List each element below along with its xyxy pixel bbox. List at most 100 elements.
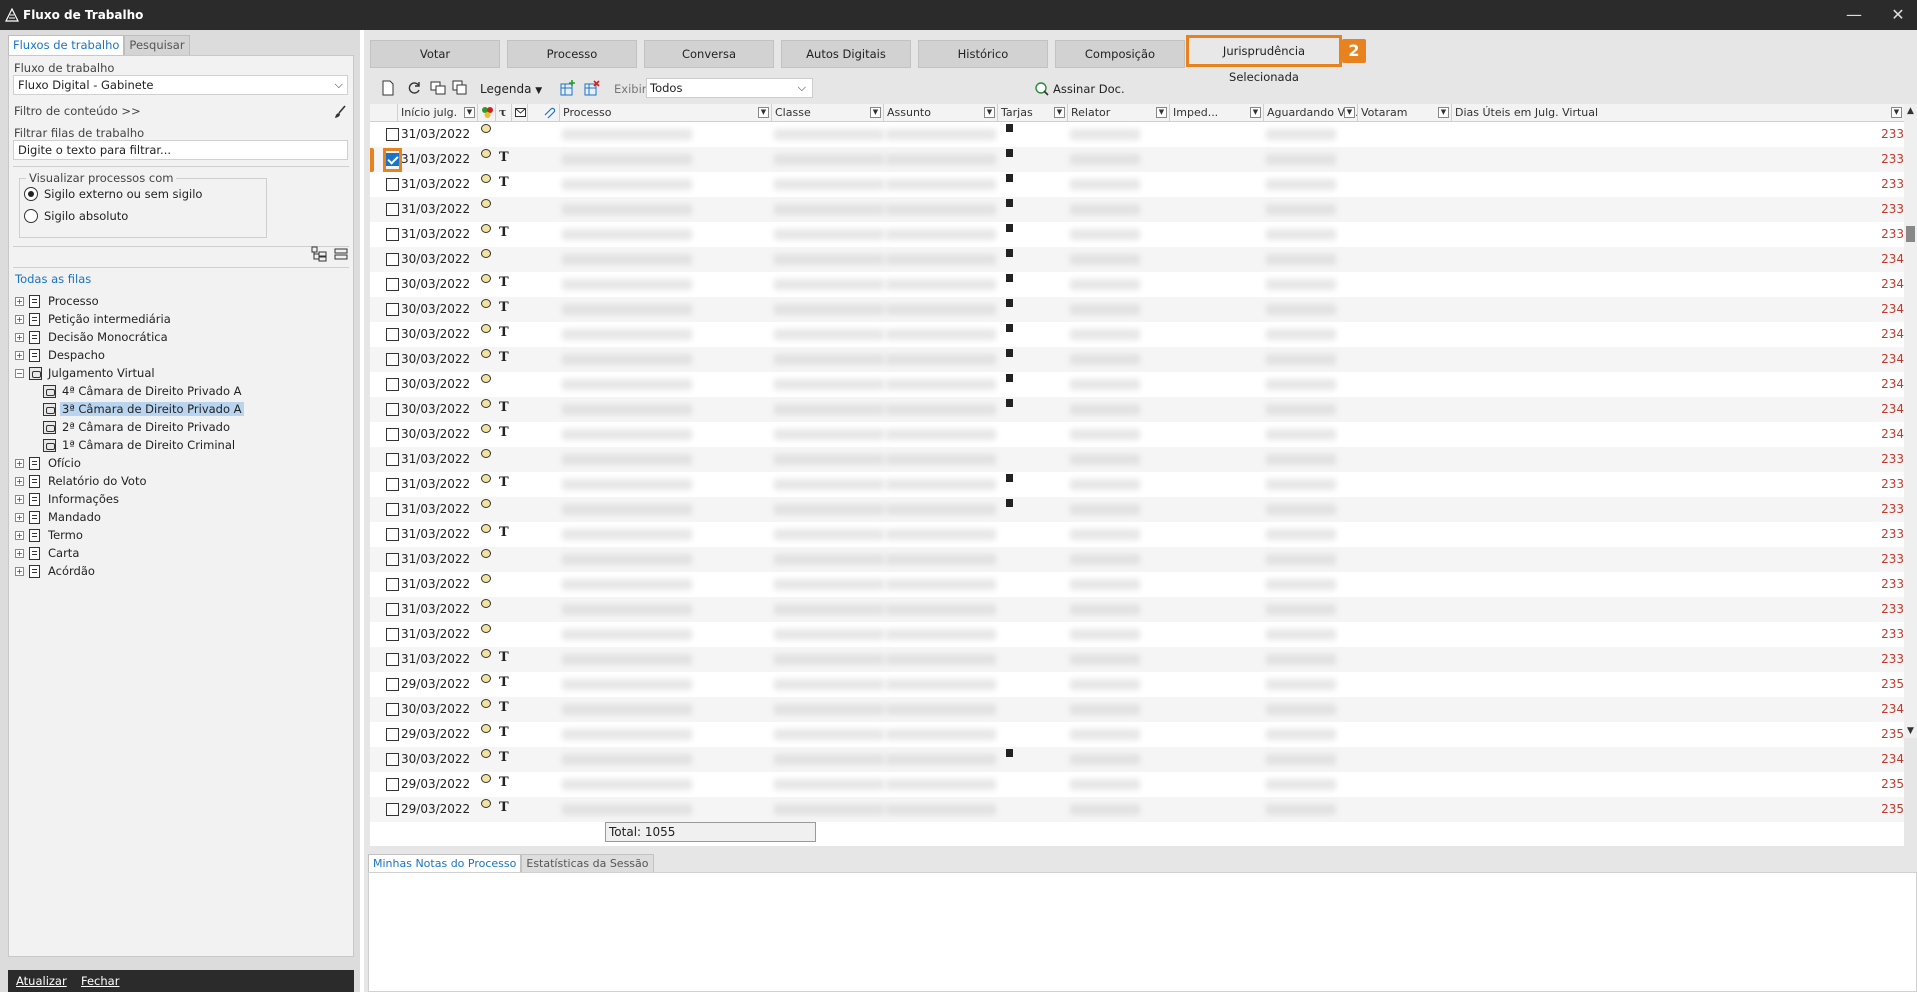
row-checkbox[interactable] — [386, 578, 399, 591]
brush-icon[interactable] — [333, 105, 347, 119]
add-column-icon[interactable] — [560, 80, 576, 96]
tree-collapse-icon[interactable] — [333, 246, 349, 262]
row-checkbox[interactable] — [386, 753, 399, 766]
filter-queues-input[interactable]: Digite o texto para filtrar... — [13, 140, 348, 160]
expand-icon[interactable]: + — [15, 494, 24, 504]
row-checkbox[interactable] — [386, 203, 399, 216]
table-row[interactable]: 31/03/2022 233 — [370, 122, 1904, 147]
close-icon[interactable]: ✕ — [1887, 4, 1909, 26]
row-checkbox[interactable] — [386, 628, 399, 641]
expand-icon[interactable]: + — [15, 566, 24, 576]
atualizar-button[interactable]: Atualizar — [16, 974, 67, 988]
expand-icon[interactable]: + — [15, 512, 24, 522]
collapse-icon[interactable]: − — [15, 368, 24, 378]
filter-dropdown-icon[interactable]: ▼ — [758, 107, 769, 118]
tree-item-carta[interactable]: + Carta — [15, 545, 81, 561]
expand-icon[interactable]: + — [15, 314, 24, 324]
radio-sigilo-absoluto-label[interactable]: Sigilo absoluto — [44, 209, 128, 223]
exibir-select[interactable]: Todos ⌵ — [646, 78, 813, 98]
expand-icon[interactable]: + — [15, 296, 24, 306]
header-dias-uteis[interactable]: Dias Úteis em Julg. Virtual ▼ — [1452, 104, 1904, 122]
table-row[interactable]: 29/03/2022 Τ 235 — [370, 672, 1904, 697]
remove-column-icon[interactable] — [584, 80, 600, 96]
header-votaram[interactable]: Votaram ▼ — [1358, 104, 1452, 122]
assinar-doc-button[interactable]: Assinar Doc. — [1034, 81, 1125, 97]
tree-item-peticao[interactable]: + Petição intermediária — [15, 311, 173, 327]
row-checkbox[interactable] — [386, 378, 399, 391]
table-row[interactable]: 31/03/2022 Τ 233 — [370, 222, 1904, 247]
tree-item-1a-camara[interactable]: 1ª Câmara de Direito Criminal — [43, 437, 237, 453]
tree-item-informacoes[interactable]: + Informações — [15, 491, 121, 507]
table-row[interactable]: 31/03/2022 233 — [370, 497, 1904, 522]
tree-item-mandado[interactable]: + Mandado — [15, 509, 103, 525]
scroll-up-icon[interactable]: ▲ — [1904, 106, 1917, 116]
row-checkbox[interactable] — [386, 353, 399, 366]
tab-fluxos-de-trabalho[interactable]: Fluxos de trabalho — [8, 35, 125, 55]
table-row[interactable]: 31/03/2022 233 — [370, 547, 1904, 572]
row-checkbox[interactable] — [386, 453, 399, 466]
table-row[interactable]: 31/03/2022 Τ 233 — [370, 472, 1904, 497]
row-checkbox[interactable] — [386, 503, 399, 516]
tree-item-termo[interactable]: + Termo — [15, 527, 85, 543]
tab-conversa[interactable]: Conversa — [644, 40, 774, 68]
row-checkbox[interactable] — [386, 553, 399, 566]
fechar-button[interactable]: Fechar — [81, 974, 119, 988]
row-checkbox[interactable] — [386, 653, 399, 666]
window-move-icon[interactable] — [430, 80, 446, 96]
expand-icon[interactable]: + — [15, 548, 24, 558]
tree-item-acordao[interactable]: + Acórdão — [15, 563, 97, 579]
header-scale-icon[interactable]: τ — [496, 104, 512, 122]
scroll-thumb[interactable] — [1906, 226, 1915, 242]
row-checkbox[interactable] — [386, 703, 399, 716]
tab-historico[interactable]: Histórico — [918, 40, 1048, 68]
table-row[interactable]: 30/03/2022 234 — [370, 247, 1904, 272]
tree-item-3a-camara[interactable]: 3ª Câmara de Direito Privado A — [43, 401, 244, 417]
filter-dropdown-icon[interactable]: ▼ — [870, 107, 881, 118]
tree-expand-icon[interactable] — [311, 246, 327, 262]
row-checkbox[interactable] — [386, 128, 399, 141]
expand-icon[interactable]: + — [15, 530, 24, 540]
row-checkbox[interactable] — [386, 403, 399, 416]
table-row[interactable]: 30/03/2022 234 — [370, 372, 1904, 397]
row-checkbox[interactable] — [386, 428, 399, 441]
table-row[interactable]: 31/03/2022 233 — [370, 572, 1904, 597]
row-checkbox[interactable] — [386, 678, 399, 691]
refresh-icon[interactable] — [406, 80, 422, 96]
table-row[interactable]: 29/03/2022 Τ 235 — [370, 722, 1904, 747]
header-relator[interactable]: Relator ▼ — [1068, 104, 1170, 122]
filter-dropdown-icon[interactable]: ▼ — [1250, 107, 1261, 118]
notes-area[interactable] — [368, 872, 1917, 992]
table-row[interactable]: 31/03/2022 Τ 233 — [370, 147, 1904, 172]
table-row[interactable]: 31/03/2022 Τ 233 — [370, 522, 1904, 547]
table-row[interactable]: 30/03/2022 Τ 234 — [370, 297, 1904, 322]
scroll-down-icon[interactable]: ▼ — [1904, 726, 1917, 736]
row-checkbox[interactable] — [386, 228, 399, 241]
vertical-scrollbar[interactable]: ▲ ▼ — [1904, 104, 1917, 738]
tab-pesquisar[interactable]: Pesquisar — [124, 35, 190, 55]
filter-dropdown-icon[interactable]: ▼ — [1438, 107, 1449, 118]
expand-icon[interactable]: + — [15, 332, 24, 342]
table-row[interactable]: 30/03/2022 Τ 234 — [370, 322, 1904, 347]
minimize-button[interactable]: — — [1843, 4, 1865, 26]
table-row[interactable]: 31/03/2022 Τ 233 — [370, 647, 1904, 672]
header-tarjas[interactable]: Tarjas ▼ — [998, 104, 1068, 122]
filter-dropdown-icon[interactable]: ▼ — [1344, 107, 1355, 118]
expand-icon[interactable]: + — [15, 458, 24, 468]
tab-jurisprudencia-selecionada[interactable]: Jurisprudência Selecionada — [1186, 35, 1342, 84]
tree-item-relatorio[interactable]: + Relatório do Voto — [15, 473, 149, 489]
radio-sigilo-externo[interactable] — [24, 187, 38, 201]
table-row[interactable]: 31/03/2022 Τ 233 — [370, 172, 1904, 197]
header-aguardando-voto[interactable]: Aguardando Vot... ▼ — [1264, 104, 1358, 122]
tree-item-processo[interactable]: + Processo — [15, 293, 101, 309]
copy-icon[interactable] — [452, 80, 468, 96]
tab-autos-digitais[interactable]: Autos Digitais — [781, 40, 911, 68]
row-checkbox[interactable] — [386, 253, 399, 266]
header-processo[interactable]: Processo ▼ — [560, 104, 772, 122]
row-checkbox[interactable] — [386, 278, 399, 291]
filter-dropdown-icon[interactable]: ▼ — [1891, 107, 1902, 118]
header-assunto[interactable]: Assunto ▼ — [884, 104, 998, 122]
row-checkbox[interactable] — [386, 603, 399, 616]
header-check[interactable] — [370, 104, 398, 122]
tab-minhas-notas[interactable]: Minhas Notas do Processo — [368, 854, 522, 872]
row-checkbox[interactable] — [386, 528, 399, 541]
